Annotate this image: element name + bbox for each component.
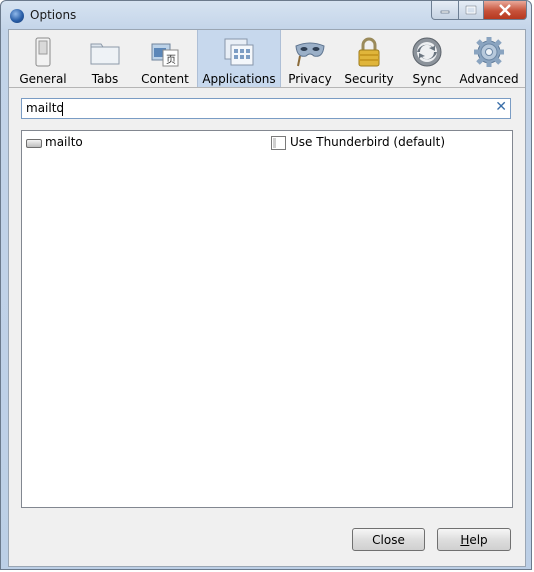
options-content: General Tabs 页 Content Applications Priv… [8, 29, 526, 567]
tab-label: Sync [412, 72, 442, 86]
action-label[interactable]: Use Thunderbird (default) [290, 135, 445, 149]
thunderbird-app-icon [271, 136, 286, 150]
help-label-rest: elp [469, 532, 488, 547]
sync-icon [411, 36, 443, 68]
tab-label: Privacy [288, 72, 332, 86]
gear-icon [473, 36, 505, 68]
list-item[interactable]: mailto Use Thunderbird (default) [22, 134, 512, 152]
tab-sync[interactable]: Sync [399, 30, 455, 87]
tab-label: Content [141, 72, 189, 86]
minimize-button[interactable] [431, 1, 459, 20]
mailto-type-icon [26, 139, 42, 148]
tab-tabs[interactable]: Tabs [77, 30, 133, 87]
maximize-icon [465, 5, 477, 15]
padlock-icon [353, 36, 385, 68]
firefox-icon [10, 9, 24, 23]
close-window-button[interactable] [484, 1, 527, 20]
title-bar[interactable]: Options [1, 1, 531, 31]
tab-privacy[interactable]: Privacy [281, 30, 339, 87]
tab-label: General [19, 72, 67, 86]
tab-content[interactable]: 页 Content [133, 30, 197, 87]
tab-advanced[interactable]: Advanced [455, 30, 523, 87]
switch-icon [27, 36, 59, 68]
tab-general[interactable]: General [9, 30, 77, 87]
search-input[interactable]: mailto ✕ [21, 98, 511, 119]
search-text: mailto [26, 101, 64, 115]
minimize-icon [440, 10, 450, 14]
tab-security[interactable]: Security [339, 30, 399, 87]
window-title: Options [30, 8, 77, 22]
help-button[interactable]: Help [437, 528, 511, 551]
close-icon [499, 4, 511, 16]
options-window: Options General Tabs 页 Content Applicati… [0, 0, 532, 570]
applications-list[interactable]: mailto Use Thunderbird (default) [21, 130, 513, 508]
tab-label: Advanced [459, 72, 519, 86]
content-icon: 页 [149, 36, 181, 68]
maximize-button[interactable] [459, 1, 484, 20]
caption-buttons [431, 1, 527, 21]
tab-label: Tabs [91, 72, 119, 86]
content-type-label: mailto [45, 135, 83, 149]
applications-icon [223, 36, 255, 68]
text-caret [62, 102, 63, 116]
tab-label: Security [344, 72, 394, 86]
tabs-icon [89, 36, 121, 68]
mask-icon [294, 36, 326, 68]
clear-search-icon[interactable]: ✕ [495, 99, 507, 115]
help-mnemonic: H [460, 532, 470, 547]
category-toolbar: General Tabs 页 Content Applications Priv… [9, 30, 525, 88]
tab-applications[interactable]: Applications [197, 30, 281, 87]
tab-label: Applications [202, 72, 276, 86]
close-button[interactable]: Close [352, 528, 425, 551]
svg-text:页: 页 [166, 54, 176, 66]
